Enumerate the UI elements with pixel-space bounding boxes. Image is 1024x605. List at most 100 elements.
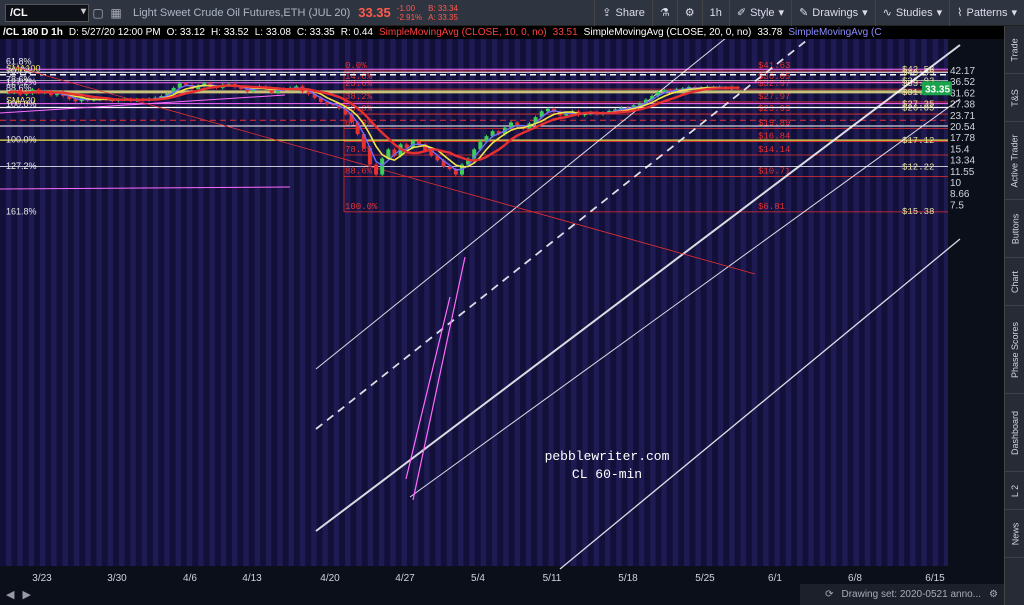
fib-pct-label: 100.0% [345,202,378,212]
flask-button[interactable]: ⚗ [651,0,677,26]
y-tick-label: 10 [950,178,962,189]
bar-high: H: 33.52 [210,27,249,38]
style-button[interactable]: ✐ Style ▾ [728,0,791,26]
studies-button[interactable]: ∿ Studies ▾ [874,0,949,26]
level-price-label: $12.22 [902,162,934,172]
level-price-label: $26.05 [902,103,934,113]
change-pct: -2.91% [396,12,423,22]
studies-icon: ∿ [882,7,892,19]
sma20-value: 33.78 [757,27,783,38]
side-tab-chart[interactable]: Chart [1005,258,1024,306]
patterns-icon: ⌇ [957,7,963,19]
y-tick-label: 20.54 [950,122,975,133]
watermark-text: CL 60-min [572,467,642,482]
drawings-button[interactable]: ✎ Drawings ▾ [791,0,875,26]
side-tab-news[interactable]: News [1005,510,1024,558]
chevron-down-icon: ▾ [778,7,785,19]
sync-icon[interactable]: ⟳ [825,589,833,600]
side-tab-active-trader[interactable]: Active Trader [1005,122,1024,200]
left-fib-label: 100.0% [6,99,37,109]
fib-price-label: $27.97 [758,92,790,102]
side-tab-label: Active Trader [1010,133,1020,188]
sma3-label: SimpleMovingAvg (C [788,27,882,38]
fib-price-label: $23.93 [758,104,790,114]
level-price-label: $15.38 [902,207,934,217]
fib-pct-label: 88.6% [345,167,373,177]
bar-close: C: 33.35 [296,27,335,38]
side-tab-dashboard[interactable]: Dashboard [1005,394,1024,472]
chart-canvas[interactable]: 3/23 3/30 4/6 4/13 4/20 4/27 5/4 5/11 5/18 5/25 6/… [0,39,1004,605]
y-tick-label: 7.5 [950,200,964,211]
fib-price-label: $10.71 [758,167,790,177]
side-tab-t-s[interactable]: T&S [1005,74,1024,122]
thinkorswim-window: /CL ▾ ▢ ▦ Light Sweet Crude Oil Futures,E… [0,0,1024,605]
symbol-text: /CL [10,6,28,19]
share-icon: ⇪ [602,7,612,19]
change-value: -1.00 [396,3,416,13]
x-tick-label: 4/20 [320,573,340,584]
settings-icon[interactable]: ⚙ [989,589,998,600]
x-tick-label: 5/18 [618,573,638,584]
left-fib-label: 100.0% [6,134,37,144]
y-tick-label: 27.38 [950,100,975,111]
side-tab-label: T&S [1009,88,1020,107]
left-fib-label: 161.8% [6,206,37,216]
bar-date: D: 5/27/20 12:00 PM [68,27,161,38]
side-tab-label: L 2 [1010,484,1020,497]
y-tick-label: 11.55 [950,167,975,178]
candle [545,108,550,112]
scroll-right-icon[interactable]: ▶ [22,588,30,601]
share-label: Share [615,6,645,19]
session-stripe [695,39,701,584]
y-tick-label: 8.66 [950,189,970,200]
side-tab-label: News [1010,522,1021,545]
x-tick-label: 5/25 [695,573,715,584]
price-chart[interactable]: 3/23 3/30 4/6 4/13 4/20 4/27 5/4 5/11 5/18 5/25 6/… [0,39,1004,605]
y-tick-label: 17.78 [950,133,975,144]
style-label: Style [750,6,775,19]
drawings-icon: ✎ [799,7,809,19]
side-tab-trade[interactable]: Trade [1005,26,1024,74]
last-price: 33.35 [358,5,391,20]
chart-header: /CL 180 D 1h [3,27,63,38]
x-tick-label: 4/27 [395,573,415,584]
settings-button[interactable]: ⚙ [676,0,702,26]
symbol-input[interactable]: /CL ▾ [5,3,89,22]
x-tick-label: 3/23 [32,573,52,584]
x-tick-label: 6/8 [848,573,862,584]
side-tab-buttons[interactable]: Buttons [1005,200,1024,258]
side-tab-label: Phase Scores [1010,321,1020,378]
bar-open: O: 33.12 [166,27,205,38]
y-tick-label: 36.52 [950,77,975,88]
interval-label: 1h [709,6,722,19]
y-tick-label: 42.17 [950,66,975,77]
bar-low: L: 33.08 [254,27,291,38]
interval-button[interactable]: 1h [701,0,729,26]
style-icon: ✐ [736,7,747,19]
scroll-left-icon[interactable]: ◀ [6,588,14,601]
drawings-label: Drawings [812,6,859,19]
y-tick-label: 15.4 [950,144,970,155]
studies-label: Studies [895,6,933,19]
side-tab-label: Buttons [1010,213,1020,244]
bid-ask: B: 33.34 A: 33.35 [428,4,458,22]
drawing-set-label[interactable]: Drawing set: 2020-0521 anno... [841,589,981,600]
side-tab-l-2[interactable]: L 2 [1005,472,1024,510]
x-tick-label: 6/1 [768,573,782,584]
plot-background [0,39,1004,605]
sma20-label: SimpleMovingAvg (CLOSE, 20, 0, no) [583,27,752,38]
share-button[interactable]: ⇪ Share [594,0,652,26]
candle [374,164,379,175]
x-tick-label: 6/15 [925,573,945,584]
price-change: -1.00 -2.91% [397,4,422,22]
fib-price-label: $6.81 [758,202,785,212]
square-icon[interactable]: ▢ [89,6,107,20]
fib-price-label: $14.14 [758,145,790,155]
grid-icon[interactable]: ▦ [107,6,125,20]
chevron-down-icon[interactable]: ▾ [81,6,86,17]
side-tabs: Trade T&S Active Trader Buttons Chart Phase S… [1004,26,1024,605]
chart-info-bar: /CL 180 D 1h D: 5/27/20 12:00 PM O: 33.1… [0,26,1004,39]
patterns-button[interactable]: ⌇ Patterns ▾ [949,0,1024,26]
side-tab-phase-scores[interactable]: Phase Scores [1005,306,1024,394]
side-tab-label: Chart [1010,270,1021,293]
